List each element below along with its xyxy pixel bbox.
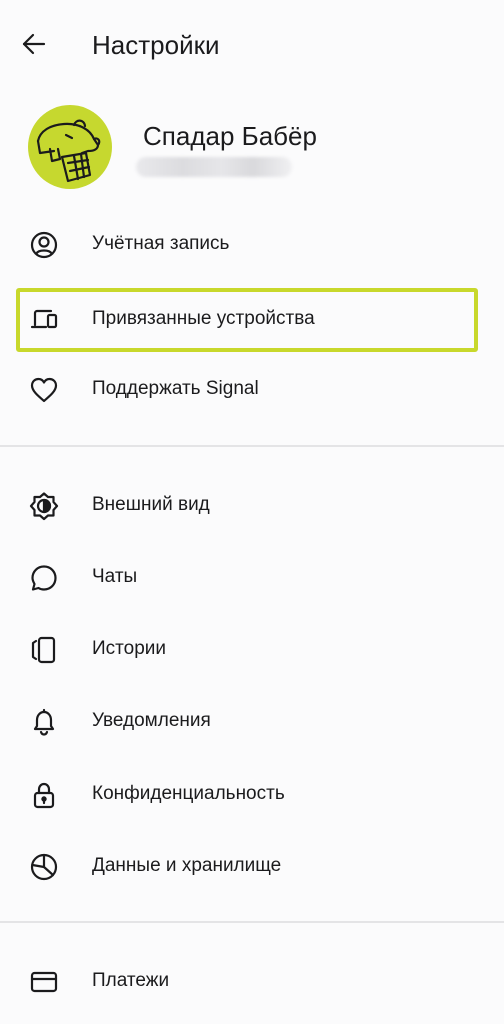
avatar[interactable] xyxy=(28,105,112,189)
menu-item-payments[interactable]: Платежи xyxy=(0,945,504,1017)
menu-item-stories[interactable]: Истории xyxy=(0,613,504,685)
section-divider xyxy=(0,445,504,447)
menu-item-linked-devices-label: Привязанные устройства xyxy=(92,308,315,329)
menu-item-notifications-label: Уведомления xyxy=(92,710,211,731)
bell-icon xyxy=(28,706,60,738)
stories-icon xyxy=(28,634,60,666)
menu-item-stories-label: Истории xyxy=(92,638,167,659)
menu-item-donate-label: Поддержать Signal xyxy=(92,378,259,399)
app-bar: Настройки xyxy=(0,0,504,90)
beaver-avatar-icon xyxy=(36,119,101,183)
back-button[interactable] xyxy=(14,24,54,64)
menu-item-donate[interactable]: Поддержать Signal xyxy=(0,353,504,425)
person-circle-icon xyxy=(28,229,60,261)
menu-item-privacy-label: Конфиденциальность xyxy=(92,783,285,804)
menu-item-chats-label: Чаты xyxy=(92,566,138,587)
pie-chart-icon xyxy=(28,851,60,883)
brightness-icon xyxy=(28,490,60,522)
menu-item-linked-devices[interactable]: Привязанные устройства xyxy=(0,283,504,355)
heart-icon xyxy=(28,374,60,406)
menu-item-payments-label: Платежи xyxy=(92,970,170,991)
menu-item-data-storage[interactable]: Данные и хранилище xyxy=(0,830,504,902)
section-divider xyxy=(0,921,504,923)
chat-bubble-icon xyxy=(28,562,60,594)
menu-item-notifications[interactable]: Уведомления xyxy=(0,685,504,757)
arrow-left-icon xyxy=(21,31,47,57)
lock-icon xyxy=(28,779,60,811)
devices-icon xyxy=(28,304,60,336)
menu-item-account[interactable]: Учётная запись xyxy=(0,208,504,280)
profile-name: Спадар Бабёр xyxy=(143,121,317,151)
menu-item-account-label: Учётная запись xyxy=(92,233,230,254)
menu-item-appearance-label: Внешний вид xyxy=(92,494,210,515)
menu-item-data-storage-label: Данные и хранилище xyxy=(92,855,282,876)
card-icon xyxy=(28,966,60,998)
menu-item-privacy[interactable]: Конфиденциальность xyxy=(0,758,504,830)
profile-phone-redacted xyxy=(136,157,292,177)
profile-row[interactable]: Спадар Бабёр xyxy=(0,100,504,196)
menu-item-chats[interactable]: Чаты xyxy=(0,541,504,613)
page-title: Настройки xyxy=(92,30,220,60)
menu-item-appearance[interactable]: Внешний вид xyxy=(0,469,504,541)
